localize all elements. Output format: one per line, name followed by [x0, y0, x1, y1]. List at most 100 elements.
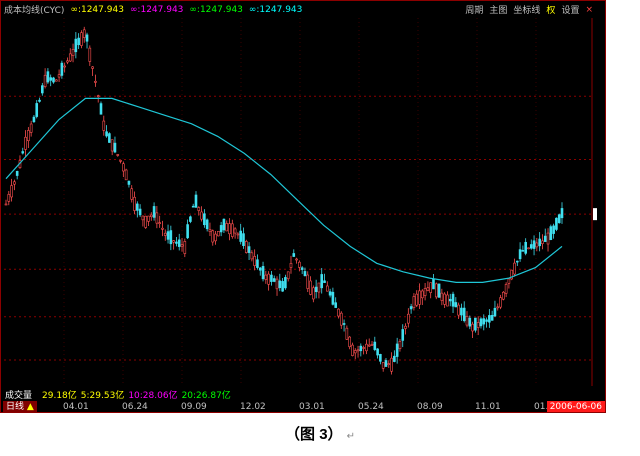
candle-body: [359, 345, 363, 352]
candle-body: [298, 261, 301, 268]
candle-body: [521, 250, 525, 252]
date-tick: 04.01: [63, 402, 89, 412]
candle-body: [152, 206, 156, 218]
candle-body: [493, 307, 497, 317]
candle-body: [518, 249, 522, 260]
candle-body: [370, 343, 374, 346]
candle-body: [535, 242, 539, 248]
candle-body: [376, 348, 379, 356]
candle-body: [194, 194, 198, 208]
return-mark-icon: ↵: [346, 431, 355, 442]
candle-body: [462, 307, 466, 322]
candle-body: [82, 29, 86, 38]
candle-body: [186, 224, 189, 239]
candle-body: [485, 319, 488, 322]
menu-main-chart[interactable]: 主图: [489, 3, 507, 16]
volume-label: 成交量: [5, 390, 33, 401]
candle-body: [149, 214, 153, 218]
candle-body: [476, 322, 480, 328]
candle-body: [169, 230, 173, 245]
candle-body: [326, 285, 329, 292]
candle-body: [390, 357, 393, 372]
candle-body: [231, 223, 234, 237]
candle-body: [465, 315, 469, 326]
candle-body: [496, 306, 500, 309]
candle-body: [401, 329, 405, 341]
candle-body: [32, 116, 36, 123]
candle-body: [426, 287, 430, 291]
candle-body: [300, 267, 304, 270]
candle-body: [448, 298, 452, 302]
candle-body: [309, 280, 312, 295]
candle-body: [440, 292, 444, 301]
candle-body: [163, 232, 167, 236]
date-tick: 11.01: [475, 402, 501, 412]
candle-body: [306, 274, 310, 289]
candle-body: [102, 120, 106, 131]
candle-body: [239, 230, 242, 242]
candle-body: [381, 362, 385, 369]
volume-ma2: 10:28.06亿: [128, 390, 178, 401]
candle-body: [68, 53, 72, 62]
menu-rights[interactable]: 权: [546, 3, 555, 16]
candle-body: [85, 34, 89, 42]
candle-body: [13, 181, 16, 185]
candle-body: [345, 327, 349, 340]
candle-body: [398, 341, 402, 349]
candle-body: [205, 219, 209, 230]
candle-body: [233, 228, 237, 234]
candle-body: [124, 169, 128, 181]
y-tick-label: 1645.0: [596, 92, 597, 102]
candle-body: [217, 231, 220, 237]
candle-body: [479, 318, 483, 327]
price-chart[interactable]: 1645.0 1495.5 1366.3 1235.9 1123.6 1021.4: [4, 18, 597, 386]
menu-settings[interactable]: 设置: [561, 3, 579, 16]
candle-body: [546, 232, 550, 245]
period-tab[interactable]: 日线 ▲: [3, 401, 37, 412]
close-icon[interactable]: ×: [585, 5, 593, 15]
candle-body: [203, 213, 206, 226]
date-tick: 06.24: [122, 402, 148, 412]
candle-body: [136, 203, 139, 211]
candle-body: [208, 229, 212, 232]
candle-body: [242, 233, 245, 246]
candle-body: [418, 290, 421, 305]
candle-body: [158, 222, 161, 224]
candle-body: [351, 344, 354, 356]
candle-body: [529, 244, 533, 249]
period-arrow-icon: ▲: [26, 402, 34, 412]
candle-body: [225, 223, 229, 232]
candle-body: [80, 32, 83, 46]
y-tick-label: 1495.5: [596, 155, 597, 165]
candle-body: [395, 343, 399, 357]
candle-body: [362, 347, 365, 349]
candle-body: [555, 217, 558, 230]
candle-body: [133, 196, 136, 211]
candle-body: [468, 317, 472, 327]
date-tick: 12.02: [240, 402, 266, 412]
candle-body: [337, 308, 340, 317]
candle-body: [247, 246, 251, 253]
candle-body: [41, 85, 44, 94]
candle-body: [552, 225, 555, 234]
candle-body: [155, 212, 159, 224]
menu-period[interactable]: 周期: [465, 3, 483, 16]
candle-body: [353, 350, 357, 354]
candle-body: [323, 280, 326, 283]
candle-body: [250, 252, 254, 260]
candle-body: [443, 293, 446, 305]
candle-body: [66, 60, 69, 63]
y-tick-label: 1123.6: [596, 313, 597, 323]
caption-text: （图 3）: [285, 426, 343, 443]
volume-ma3: 20:26.87亿: [181, 390, 231, 401]
candle-body: [74, 38, 78, 53]
candle-body: [303, 271, 307, 277]
candle-body: [10, 185, 13, 198]
candle-body: [356, 349, 360, 352]
menu-axis-lines[interactable]: 坐标线: [513, 3, 540, 16]
candle-body: [52, 77, 55, 83]
chart-terminal: 成本均线(CYC) ∞:1247.943 ∞:1247.943 ∞:1247.9…: [0, 0, 606, 413]
candle-body: [166, 231, 170, 240]
date-tick: 09.09: [181, 402, 207, 412]
candle-body: [312, 287, 315, 300]
